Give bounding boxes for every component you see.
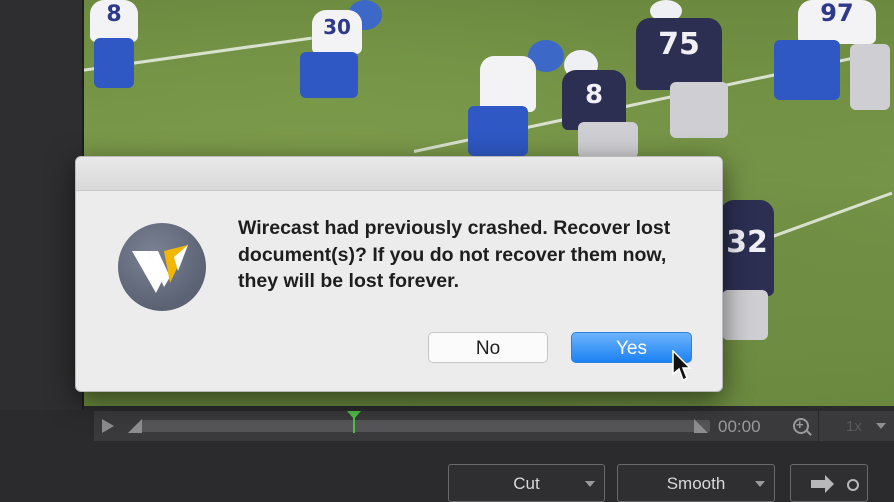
player-pants [468,106,528,156]
jersey-number: 30 [312,10,362,54]
zoom-in-icon[interactable]: + [793,417,809,434]
jersey-number: 32 [720,200,774,296]
player: 32 [720,180,790,390]
go-button[interactable] [790,464,868,502]
player: 8 [84,0,164,120]
wirecast-logo-icon [118,223,206,311]
playback-speed[interactable]: 1x [846,418,862,435]
circle-icon [847,479,859,491]
timecode: 00:00 [718,417,761,436]
out-point-handle[interactable] [694,419,708,433]
play-icon[interactable] [102,419,114,433]
in-point-handle[interactable] [128,419,142,433]
chevron-down-icon [585,481,595,487]
player-jersey [480,56,536,112]
player-pants [94,38,134,88]
player-pants [722,290,768,340]
dialog-message: Wirecast had previously crashed. Recover… [238,217,671,292]
player-pants [850,44,890,110]
transition-select[interactable]: Cut [448,464,605,502]
jersey-number: 75 [636,18,722,90]
crash-recovery-dialog: Wirecast had previously crashed. Recover… [75,156,723,392]
jersey-number: 8 [90,0,138,42]
smoothing-select[interactable]: Smooth [617,464,775,502]
playhead[interactable] [353,411,355,433]
jersey-number: 8 [562,70,626,130]
player: 97 [774,0,894,150]
jersey-number: 97 [798,0,876,44]
chevron-down-icon [755,481,765,487]
dialog-titlebar [76,157,722,191]
player-pants [670,82,728,138]
player: 30 [274,0,394,130]
smoothing-select-label: Smooth [666,474,726,493]
mouse-cursor-icon [672,349,692,387]
player-pants [774,40,840,100]
sources-sidebar [0,0,83,410]
no-button[interactable]: No [428,332,548,363]
transition-select-label: Cut [513,474,540,493]
player-pants [300,52,358,98]
transport-bar: 00:00 + 1x [94,411,894,441]
arrow-right-icon [811,475,834,493]
timeline-scrubber[interactable] [140,420,710,432]
divider [818,411,819,441]
player-pants [578,122,638,158]
chevron-down-icon[interactable] [876,423,886,429]
